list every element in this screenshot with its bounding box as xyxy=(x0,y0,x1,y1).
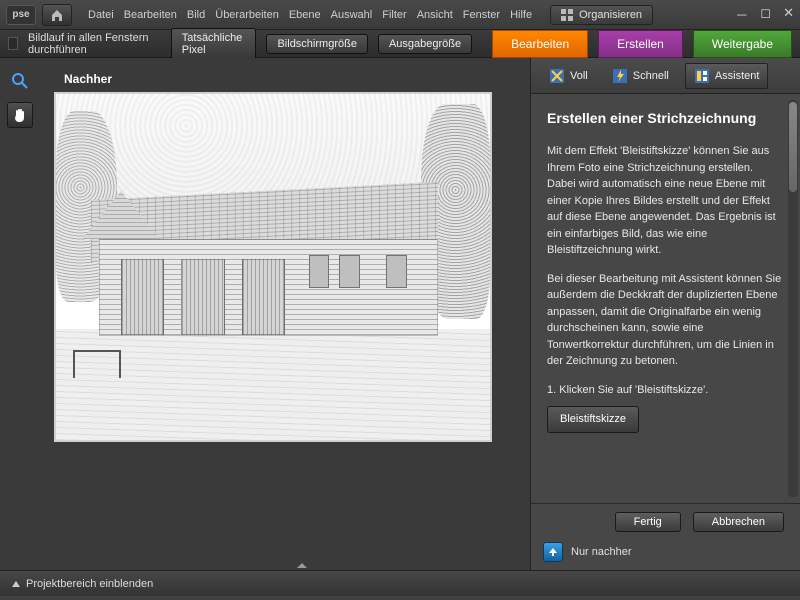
main-menu: Datei Bearbeiten Bild Überarbeiten Ebene… xyxy=(88,9,532,21)
right-panel: Voll Schnell Assistent Erstellen einer S… xyxy=(530,58,800,570)
close-button[interactable]: ✕ xyxy=(783,5,794,24)
menu-bearbeiten[interactable]: Bearbeiten xyxy=(124,9,177,21)
cancel-button[interactable]: Abbrechen xyxy=(693,512,784,532)
full-icon xyxy=(549,68,565,84)
grid-icon xyxy=(561,9,573,21)
mode-tab-create[interactable]: Erstellen xyxy=(598,30,683,58)
tool-column xyxy=(0,58,40,570)
magnifier-icon xyxy=(11,72,29,90)
pencil-sketch-button[interactable]: Bleistiftskizze xyxy=(547,406,639,433)
print-size-button[interactable]: Ausgabegröße xyxy=(378,34,472,54)
subtab-full-label: Voll xyxy=(570,70,588,82)
subtab-guided[interactable]: Assistent xyxy=(685,63,769,89)
subtab-full[interactable]: Voll xyxy=(541,64,596,88)
app-logo: pse xyxy=(6,5,36,25)
guided-panel-body: Erstellen einer Strichzeichnung Mit dem … xyxy=(531,94,800,503)
sketch-preview xyxy=(56,94,490,440)
subtab-quick-label: Schnell xyxy=(633,70,669,82)
home-button[interactable] xyxy=(42,4,72,26)
panel-footer: Fertig Abbrechen Nur nachher xyxy=(531,503,800,570)
minimize-button[interactable]: － xyxy=(735,5,748,24)
main-area: Nachher xyxy=(0,58,800,570)
hand-icon xyxy=(12,107,28,123)
options-bar: Bildlauf in allen Fenstern durchführen T… xyxy=(0,30,800,58)
menu-hilfe[interactable]: Hilfe xyxy=(510,9,532,21)
view-after-only-button[interactable] xyxy=(543,542,563,562)
titlebar: pse Datei Bearbeiten Bild Überarbeiten E… xyxy=(0,0,800,30)
actual-pixels-button[interactable]: Tatsächliche Pixel xyxy=(171,28,257,60)
guided-icon xyxy=(694,68,710,84)
scroll-all-checkbox[interactable] xyxy=(8,37,18,50)
fit-screen-button[interactable]: Bildschirmgröße xyxy=(266,34,367,54)
quick-icon xyxy=(612,68,628,84)
mode-tab-share[interactable]: Weitergabe xyxy=(693,30,792,58)
maximize-button[interactable]: ◻ xyxy=(760,5,771,24)
canvas-pane: Nachher xyxy=(40,58,530,570)
menu-bild[interactable]: Bild xyxy=(187,9,205,21)
menu-ueberarbeiten[interactable]: Überarbeiten xyxy=(215,9,279,21)
view-after-only-label: Nur nachher xyxy=(571,546,632,558)
menu-ansicht[interactable]: Ansicht xyxy=(417,9,453,21)
zoom-tool[interactable] xyxy=(7,68,33,94)
menu-auswahl[interactable]: Auswahl xyxy=(331,9,373,21)
hand-tool[interactable] xyxy=(7,102,33,128)
arrow-up-icon xyxy=(548,547,558,557)
subtab-quick[interactable]: Schnell xyxy=(604,64,677,88)
panel-scrollbar[interactable] xyxy=(788,100,798,497)
expand-triangle-icon[interactable] xyxy=(12,581,20,587)
panel-scrollbar-thumb[interactable] xyxy=(789,102,797,192)
window-controls: － ◻ ✕ xyxy=(735,5,794,24)
panel-title: Erstellen einer Strichzeichnung xyxy=(547,108,784,129)
expand-project-bin-label[interactable]: Projektbereich einblenden xyxy=(26,578,153,590)
organize-label: Organisieren xyxy=(579,9,642,21)
organize-button[interactable]: Organisieren xyxy=(550,5,653,25)
done-button[interactable]: Fertig xyxy=(615,512,681,532)
menu-filter[interactable]: Filter xyxy=(382,9,406,21)
canvas-image[interactable] xyxy=(54,92,492,442)
panel-paragraph-2: Bei dieser Bearbeitung mit Assistent kön… xyxy=(547,271,784,370)
panel-divider-handle[interactable] xyxy=(272,562,332,568)
subtab-guided-label: Assistent xyxy=(715,70,760,82)
after-label: Nachher xyxy=(64,72,516,86)
edit-mode-subtabs: Voll Schnell Assistent xyxy=(531,58,800,94)
menu-datei[interactable]: Datei xyxy=(88,9,114,21)
scroll-all-label: Bildlauf in allen Fenstern durchführen xyxy=(28,32,161,56)
menu-ebene[interactable]: Ebene xyxy=(289,9,321,21)
panel-paragraph-1: Mit dem Effekt 'Bleistiftskizze' können … xyxy=(547,143,784,259)
status-bar: Projektbereich einblenden xyxy=(0,570,800,596)
panel-step-1: 1. Klicken Sie auf 'Bleistiftskizze'. xyxy=(547,382,784,399)
menu-fenster[interactable]: Fenster xyxy=(463,9,500,21)
mode-tab-edit[interactable]: Bearbeiten xyxy=(492,30,588,58)
